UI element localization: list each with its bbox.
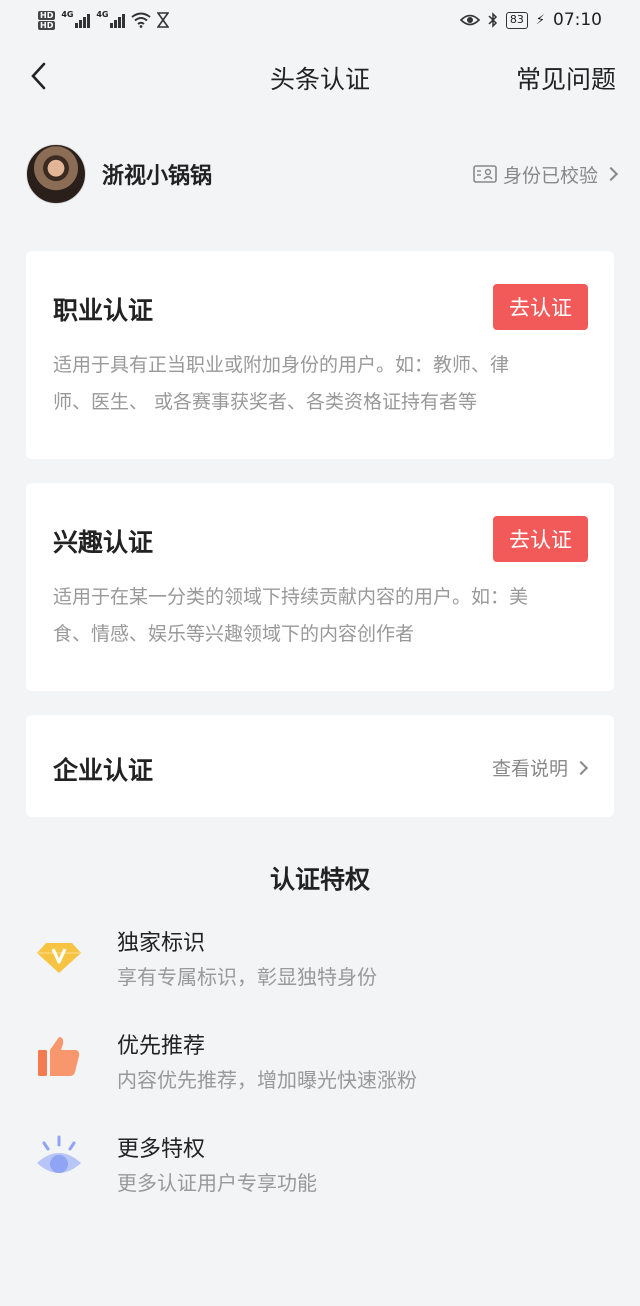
- hd-label-2: HD: [38, 20, 56, 30]
- username: 浙视小锅锅: [102, 164, 213, 189]
- enterprise-verification-card[interactable]: 企业认证 查看说明: [26, 715, 614, 817]
- privileges-title: 认证特权: [269, 865, 370, 894]
- status-bar: HD HD 4G 4G 83 ⚡ 07:10: [0, 0, 640, 40]
- nav-bar: 头条认证 常见问题: [0, 48, 640, 106]
- avatar[interactable]: [26, 144, 86, 204]
- network-type-1: 4G: [61, 10, 74, 19]
- privilege-item: 更多特权 更多认证用户专享功能: [34, 1131, 614, 1211]
- card-description-line: 适用于在某一分类的领域下持续贡献内容的用户。如：美: [53, 586, 529, 608]
- signal-icon-1: 4G: [61, 10, 91, 28]
- professional-verification-card: 职业认证 去认证 适用于具有正当职业或附加身份的用户。如：教师、律 师、医生、 …: [26, 251, 614, 459]
- card-description: 适用于具有正当职业或附加身份的用户。如：教师、律 师、医生、 或各赛事获奖者、各…: [53, 347, 588, 421]
- eye-icon: [37, 1135, 81, 1173]
- privilege-description: 更多认证用户专享功能: [117, 1171, 317, 1195]
- identity-verified-label: 身份已校验: [502, 164, 598, 187]
- battery-level: 83: [505, 11, 528, 29]
- profile-row: 浙视小锅锅 身份已校验: [26, 142, 619, 206]
- chevron-right-icon: [573, 760, 589, 775]
- hourglass-icon: [157, 12, 170, 28]
- view-explanation-link[interactable]: 查看说明: [491, 754, 589, 781]
- card-title: 兴趣认证: [53, 528, 154, 557]
- hd-label-1: HD: [38, 10, 56, 20]
- clock: 07:10: [553, 10, 602, 30]
- status-bar-right: 83 ⚡ 07:10: [459, 10, 602, 30]
- view-explanation-label: 查看说明: [491, 758, 568, 780]
- verify-button[interactable]: 去认证: [493, 516, 588, 562]
- bluetooth-icon: [488, 12, 497, 28]
- privilege-name: 优先推荐: [117, 1034, 206, 1059]
- verify-button[interactable]: 去认证: [493, 284, 588, 330]
- card-title: 企业认证: [53, 756, 154, 785]
- privilege-item: 独家标识 享有专属标识，彰显独特身份: [34, 925, 614, 1005]
- card-description-line: 食、情感、娱乐等兴趣领域下的内容创作者: [53, 623, 415, 645]
- card-description-line: 师、医生、 或各赛事获奖者、各类资格证持有者等: [53, 391, 478, 413]
- eye-comfort-icon: [459, 14, 480, 26]
- interest-verification-card: 兴趣认证 去认证 适用于在某一分类的领域下持续贡献内容的用户。如：美 食、情感、…: [26, 483, 614, 691]
- privilege-description: 享有专属标识，彰显独特身份: [117, 965, 377, 989]
- card-description-line: 适用于具有正当职业或附加身份的用户。如：教师、律: [53, 354, 510, 376]
- card-title: 职业认证: [53, 296, 154, 325]
- signal-icon-2: 4G: [96, 10, 126, 28]
- privilege-item: 优先推荐 内容优先推荐，增加曝光快速涨粉: [34, 1028, 614, 1108]
- card-description: 适用于在某一分类的领域下持续贡献内容的用户。如：美 食、情感、娱乐等兴趣领域下的…: [53, 579, 588, 653]
- status-bar-left: HD HD 4G 4G: [38, 10, 170, 30]
- wifi-icon: [131, 12, 151, 28]
- faq-link[interactable]: 常见问题: [516, 60, 616, 96]
- privilege-name: 更多特权: [117, 1137, 206, 1162]
- network-type-2: 4G: [96, 10, 109, 19]
- privilege-name: 独家标识: [117, 931, 206, 956]
- charging-icon: ⚡: [535, 12, 545, 28]
- id-card-icon: [473, 165, 497, 183]
- identity-verified-link[interactable]: 身份已校验: [473, 161, 619, 188]
- hd-indicator: HD HD: [38, 10, 56, 30]
- chevron-right-icon: [603, 166, 619, 182]
- privilege-description: 内容优先推荐，增加曝光快速涨粉: [117, 1068, 417, 1092]
- diamond-v-icon: [37, 943, 81, 973]
- thumbs-up-icon: [38, 1037, 80, 1076]
